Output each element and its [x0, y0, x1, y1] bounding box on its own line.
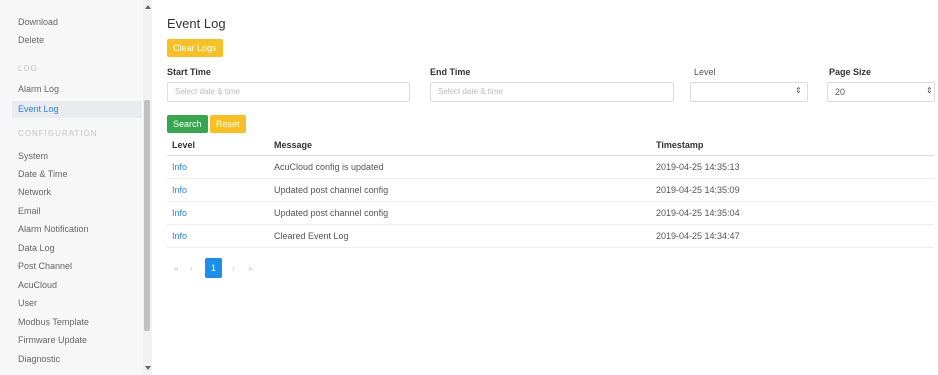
page-size-select[interactable]: 20: [827, 82, 935, 102]
sidebar-header-configuration: CONFIGURATION: [18, 129, 98, 138]
pagination-first-button[interactable]: «: [174, 260, 178, 278]
row-level: Info: [172, 208, 188, 218]
column-header-message: Message: [274, 140, 313, 150]
end-time-label: End Time: [430, 67, 471, 77]
sidebar-item-event-log[interactable]: Event Log: [18, 104, 59, 114]
sidebar-item-diagnostic[interactable]: Diagnostic: [18, 354, 60, 364]
pagination-page-1-button[interactable]: 1: [205, 258, 222, 278]
pagination-prev-button[interactable]: ‹: [190, 260, 193, 278]
sidebar-item-alarm-log[interactable]: Alarm Log: [18, 84, 59, 94]
end-time-input[interactable]: Select date & time: [430, 82, 674, 102]
start-time-label: Start Time: [167, 67, 211, 77]
sidebar: Download Delete LOG Alarm Log Event Log …: [0, 0, 152, 375]
search-button[interactable]: Search: [167, 115, 208, 133]
level-select-chevron-icon: ⇕: [795, 86, 802, 95]
sidebar-item-firmware-update[interactable]: Firmware Update: [18, 335, 87, 345]
row-timestamp: 2019-04-25 14:35:13: [656, 162, 740, 172]
row-divider: [167, 247, 934, 248]
level-label: Level: [694, 67, 716, 77]
sidebar-item-user[interactable]: User: [18, 298, 37, 308]
sidebar-item-post-channel[interactable]: Post Channel: [18, 261, 72, 271]
sidebar-item-modbus-template[interactable]: Modbus Template: [18, 317, 89, 327]
scroll-down-arrow-icon[interactable]: [145, 366, 151, 370]
sidebar-item-email[interactable]: Email: [18, 206, 41, 216]
clear-logs-button[interactable]: Clear Logs: [167, 39, 223, 57]
column-header-level: Level: [172, 140, 196, 150]
row-message: AcuCloud config is updated: [274, 162, 384, 172]
row-level: Info: [172, 231, 188, 241]
sidebar-item-download[interactable]: Download: [18, 17, 58, 27]
start-time-input[interactable]: Select date & time: [167, 82, 410, 102]
sidebar-item-date-time[interactable]: Date & Time: [18, 169, 68, 179]
level-select[interactable]: [690, 82, 808, 102]
table-header-divider: [167, 155, 934, 156]
sidebar-item-alarm-notification[interactable]: Alarm Notification: [18, 224, 89, 234]
page-size-chevron-icon: ⇕: [926, 86, 933, 95]
row-divider: [167, 224, 934, 225]
row-timestamp: 2019-04-25 14:35:09: [656, 185, 740, 195]
reset-button[interactable]: Reset: [210, 115, 246, 133]
sidebar-item-system[interactable]: System: [18, 151, 48, 161]
sidebar-header-log: LOG: [18, 64, 38, 73]
row-level: Info: [172, 185, 188, 195]
pagination-last-button[interactable]: »: [248, 260, 252, 278]
sidebar-item-delete[interactable]: Delete: [18, 35, 44, 45]
sidebar-item-network[interactable]: Network: [18, 187, 51, 197]
column-header-timestamp: Timestamp: [656, 140, 704, 150]
page-title: Event Log: [167, 16, 226, 31]
scroll-up-arrow-icon[interactable]: [145, 5, 151, 9]
row-message: Updated post channel config: [274, 208, 389, 218]
row-timestamp: 2019-04-25 14:34:47: [656, 231, 740, 241]
page-size-label: Page Size: [829, 67, 872, 77]
row-message: Cleared Event Log: [274, 231, 349, 241]
pagination-next-button[interactable]: ›: [232, 260, 235, 278]
row-level: Info: [172, 162, 188, 172]
row-timestamp: 2019-04-25 14:35:04: [656, 208, 740, 218]
row-message: Updated post channel config: [274, 185, 389, 195]
row-divider: [167, 201, 934, 202]
sidebar-item-data-log[interactable]: Data Log: [18, 243, 55, 253]
sidebar-scrollbar-thumb[interactable]: [144, 100, 150, 331]
row-divider: [167, 178, 934, 179]
sidebar-item-acucloud[interactable]: AcuCloud: [18, 280, 57, 290]
